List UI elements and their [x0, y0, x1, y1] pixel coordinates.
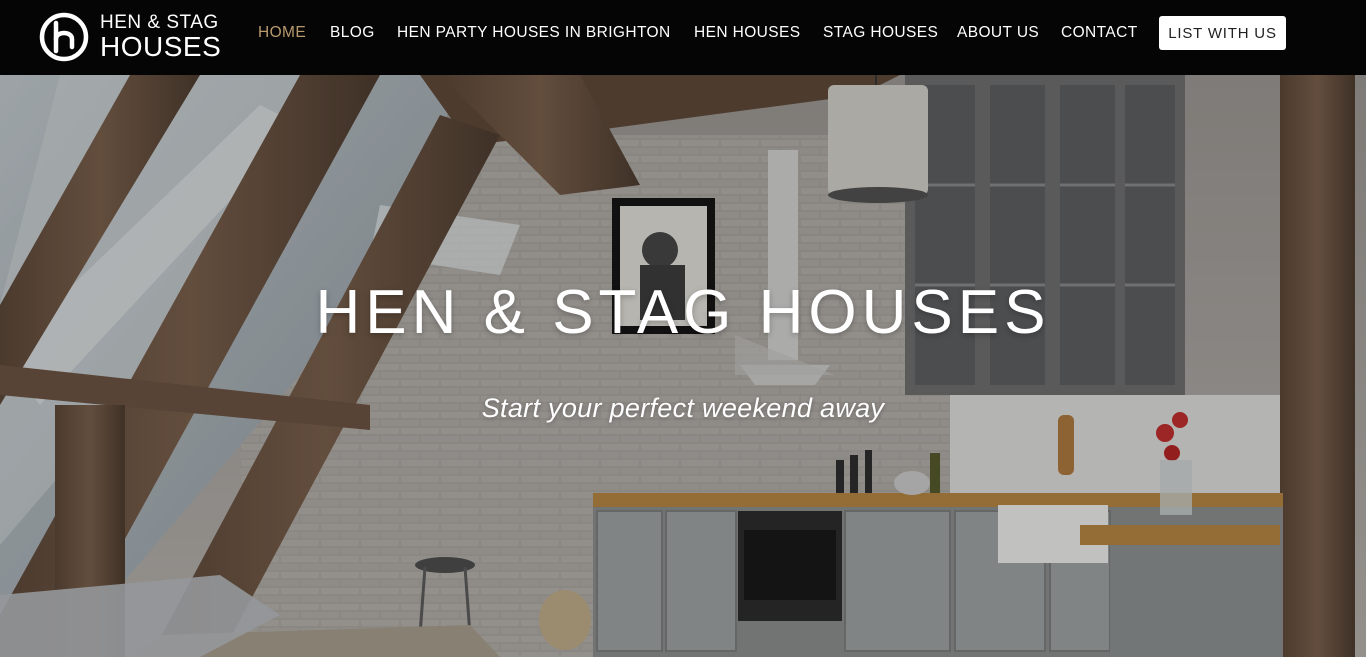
nav-home[interactable]: HOME	[258, 24, 306, 42]
hero-subtitle: Start your perfect weekend away	[481, 393, 885, 423]
site-header: HEN & STAG HOUSES HOME BLOG HEN PARTY HO…	[0, 0, 1366, 75]
nav-contact[interactable]: CONTACT	[1061, 24, 1138, 42]
nav-stag-houses[interactable]: STAG HOUSES	[823, 24, 938, 42]
hero-title: HEN & STAG HOUSES	[315, 278, 1051, 347]
hero-section: HEN & STAG HOUSES Start your perfect wee…	[0, 75, 1366, 657]
nav-about-us[interactable]: ABOUT US	[957, 24, 1039, 42]
logo-line-2: HOUSES	[100, 31, 222, 62]
circled-h-logo-icon	[39, 12, 89, 62]
nav-hen-party-houses-brighton[interactable]: HEN PARTY HOUSES IN BRIGHTON	[397, 24, 671, 42]
page: HEN & STAG HOUSES HOME BLOG HEN PARTY HO…	[0, 0, 1366, 657]
logo-line-1: HEN & STAG	[100, 12, 219, 33]
nav-blog[interactable]: BLOG	[330, 24, 375, 42]
nav-hen-houses[interactable]: HEN HOUSES	[694, 24, 801, 42]
site-logo[interactable]: HEN & STAG HOUSES	[38, 11, 221, 63]
hero-dark-overlay	[0, 75, 1366, 657]
list-with-us-button[interactable]: LIST WITH US	[1159, 16, 1286, 50]
logo-wordmark: HEN & STAG HOUSES	[100, 13, 221, 61]
